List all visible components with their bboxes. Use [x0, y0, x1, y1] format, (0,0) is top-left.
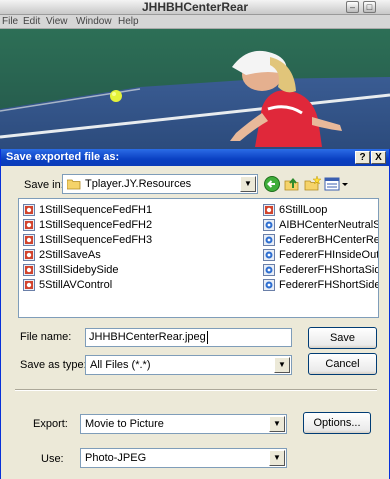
help-button[interactable]: ? [355, 151, 370, 164]
back-button[interactable] [263, 175, 281, 193]
quicktime-file-icon [23, 279, 35, 291]
new-folder-icon [304, 175, 321, 191]
view-menu-button[interactable] [323, 175, 349, 193]
folder-icon [66, 178, 81, 190]
quicktime-file-icon [23, 204, 35, 216]
file-name-label: File name: [20, 331, 72, 343]
player-window-title: JHHBHCenterRear [141, 0, 249, 14]
chevron-down-icon[interactable]: ▼ [274, 357, 290, 373]
quicktime-movie-icon [263, 249, 275, 261]
close-button[interactable]: X [371, 151, 386, 164]
menu-file[interactable]: File [2, 15, 18, 29]
player-menu-bar: File Edit View Window Help [0, 15, 390, 29]
quicktime-movie-icon [263, 279, 275, 291]
up-folder-button[interactable] [283, 175, 301, 193]
export-label: Export: [33, 418, 68, 430]
save-as-type-value: All Files (*.*) [90, 359, 151, 371]
quicktime-file-icon [23, 249, 35, 261]
quicktime-file-icon [23, 234, 35, 246]
file-name: 1StillSequenceFedFH2 [39, 219, 153, 231]
file-name: 1StillSequenceFedFH1 [39, 204, 153, 216]
file-name-input[interactable]: JHHBHCenterRear.jpeg [85, 328, 292, 347]
text-caret [207, 331, 208, 344]
export-dropdown[interactable]: Movie to Picture ▼ [80, 414, 287, 434]
file-name: AIBHCenterNeutralStance [279, 219, 378, 231]
chevron-down-icon[interactable]: ▼ [240, 176, 256, 192]
file-list[interactable]: 1StillSequenceFedFH1 1StillSequenceFedFH… [18, 198, 379, 318]
dialog-title-bar[interactable]: Save exported file as: ? X [1, 149, 389, 166]
save-dialog: Save exported file as: ? X Save in: Tpla… [0, 149, 390, 479]
save-as-type-dropdown[interactable]: All Files (*.*) ▼ [85, 355, 292, 375]
back-arrow-icon [264, 176, 280, 192]
options-button[interactable]: Options... [303, 412, 371, 434]
save-as-type-label: Save as type: [20, 359, 87, 371]
file-name: 3StillSidebySide [39, 264, 119, 276]
chevron-down-icon[interactable]: ▼ [269, 450, 285, 466]
file-name: 2StillSaveAs [39, 249, 101, 261]
cancel-button[interactable]: Cancel [308, 353, 377, 375]
tennis-video-image [0, 29, 390, 149]
maximize-button[interactable]: □ [363, 1, 376, 13]
save-in-value: Tplayer.JY.Resources [85, 178, 192, 190]
up-folder-icon [284, 177, 299, 191]
quicktime-file-icon [23, 264, 35, 276]
file-name-value: JHHBHCenterRear.jpeg [89, 331, 206, 343]
menu-window[interactable]: Window [76, 15, 112, 29]
menu-help[interactable]: Help [118, 15, 139, 29]
quicktime-movie-icon [263, 234, 275, 246]
view-menu-icon [324, 177, 348, 191]
dialog-title: Save exported file as: [6, 151, 120, 163]
menu-edit[interactable]: Edit [23, 15, 40, 29]
file-name: FedererFHInsideOutFront [279, 249, 379, 261]
use-dropdown[interactable]: Photo-JPEG ▼ [80, 448, 287, 468]
use-label: Use: [41, 453, 64, 465]
file-name: FedererBHCenterRear1 [279, 234, 379, 246]
minimize-button[interactable]: – [346, 1, 359, 13]
file-name: 5StillAVControl [39, 279, 113, 291]
new-folder-button[interactable] [303, 175, 321, 193]
file-name: FedererFHShortaSide1 [279, 264, 378, 276]
file-name: 1StillSequenceFedFH3 [39, 234, 153, 246]
video-frame [0, 29, 390, 149]
save-in-dropdown[interactable]: Tplayer.JY.Resources ▼ [62, 174, 258, 194]
use-value: Photo-JPEG [85, 452, 147, 464]
file-name: FedererFHShortSide1 [279, 279, 379, 291]
export-value: Movie to Picture [85, 418, 164, 430]
quicktime-movie-icon [263, 264, 275, 276]
chevron-down-icon[interactable]: ▼ [269, 416, 285, 432]
quicktime-file-icon [23, 219, 35, 231]
menu-view[interactable]: View [46, 15, 68, 29]
save-in-label: Save in: [24, 179, 64, 191]
quicktime-movie-icon [263, 219, 275, 231]
player-title-bar[interactable]: JHHBHCenterRear – □ [0, 0, 390, 15]
quicktime-file-icon [263, 204, 275, 216]
file-name: 6StillLoop [279, 204, 328, 216]
divider [15, 389, 377, 391]
save-button[interactable]: Save [308, 327, 377, 349]
